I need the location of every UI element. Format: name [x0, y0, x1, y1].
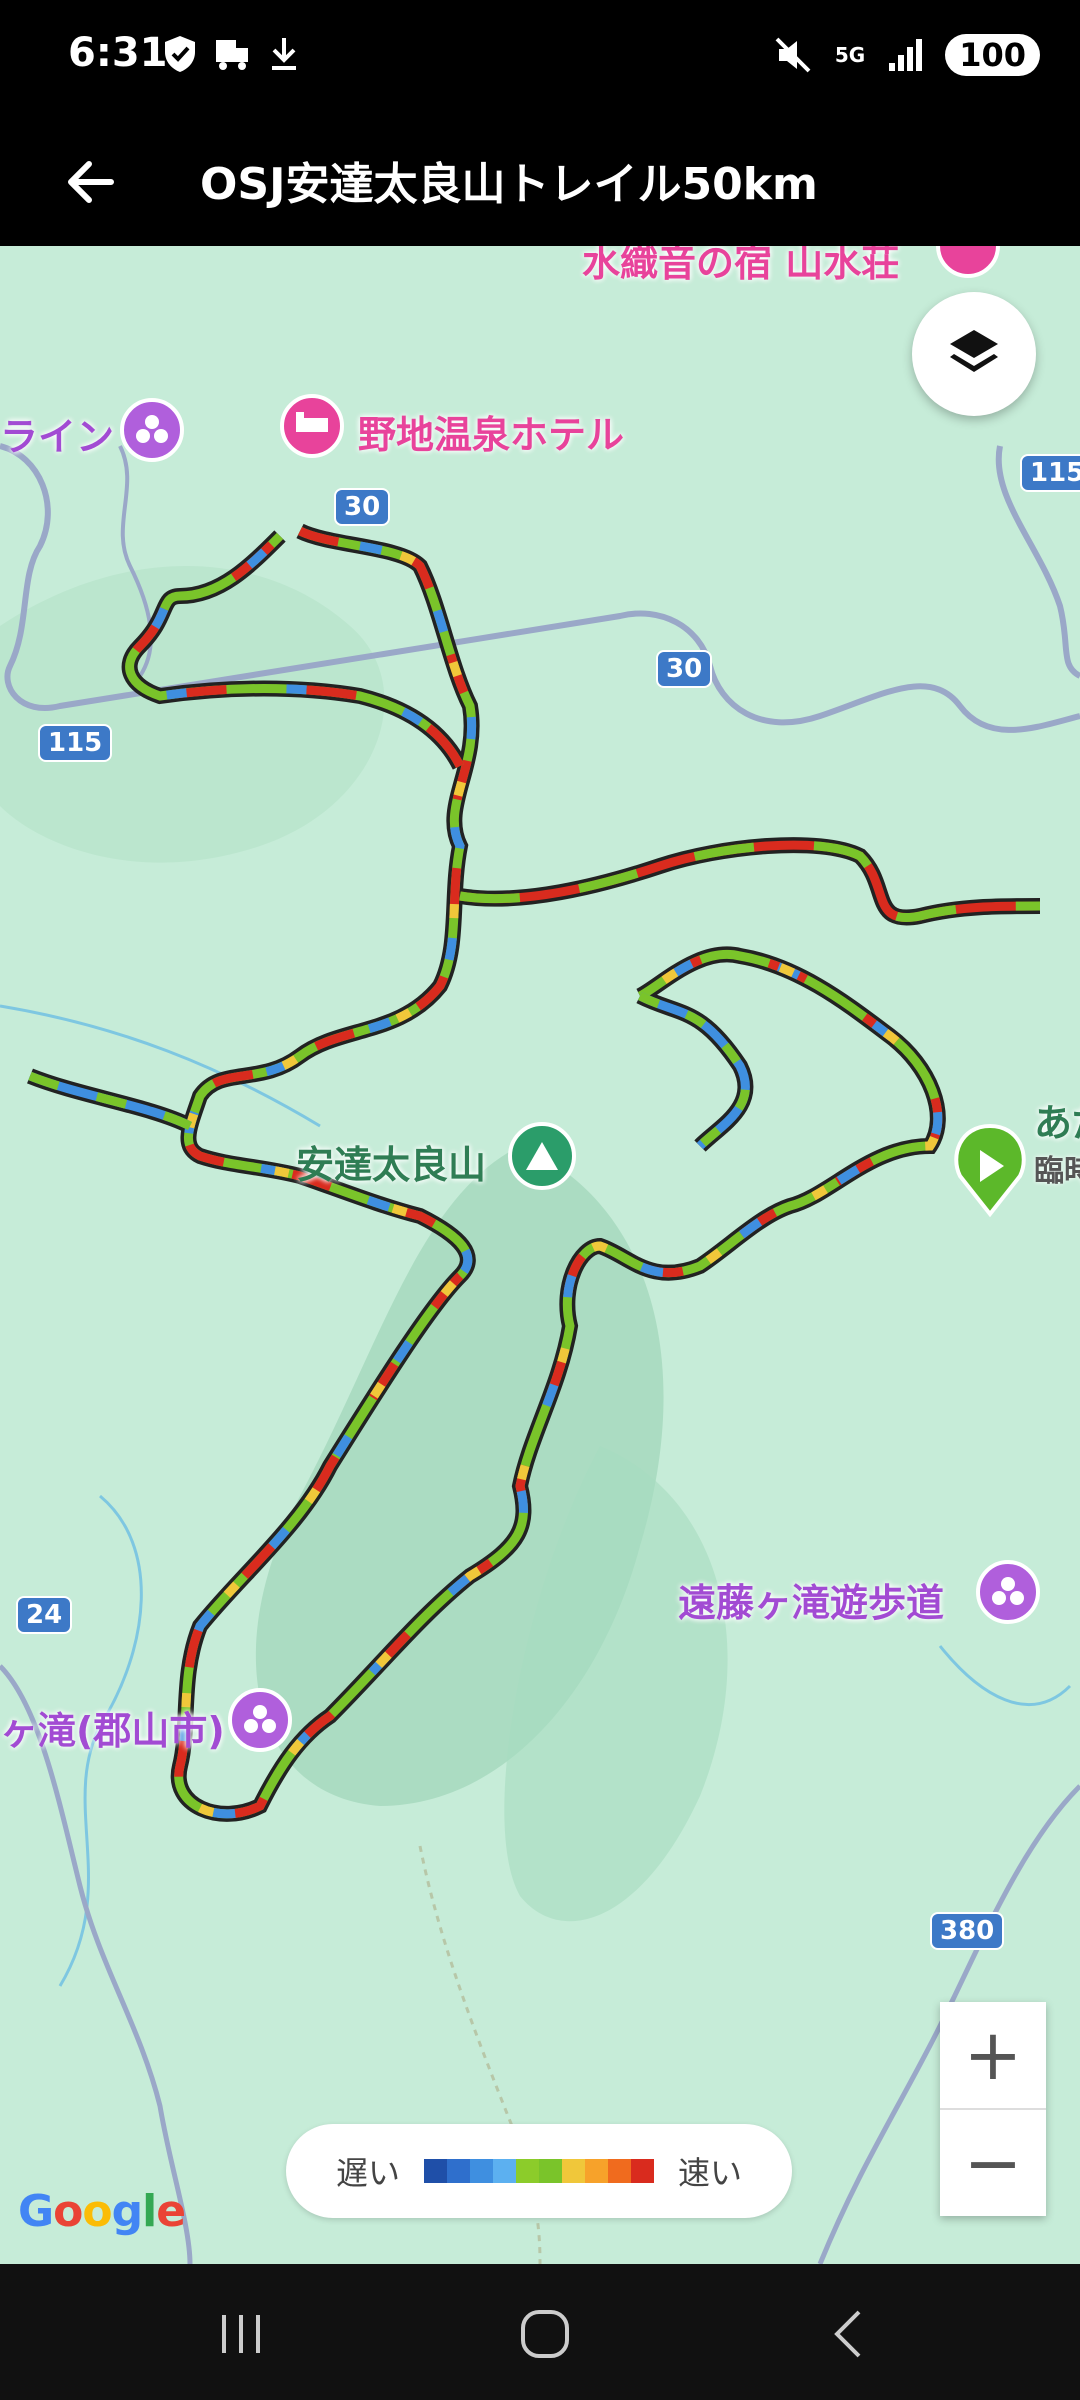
shield-icon: [165, 36, 195, 72]
poi-pin-mountain[interactable]: [508, 1122, 576, 1190]
signal-icon: [889, 39, 923, 71]
recents-button[interactable]: [186, 2294, 296, 2374]
route-shield-115: 115: [38, 724, 113, 762]
legend-fast-label: 速い: [678, 2154, 743, 2192]
route-shield-30-b: 30: [656, 650, 713, 688]
back-button[interactable]: [50, 142, 130, 222]
layers-icon: [950, 330, 998, 372]
legend-swatch: [447, 2159, 470, 2183]
poi-pin-endo-falls[interactable]: [976, 1560, 1040, 1624]
legend-color-bar: [424, 2159, 654, 2183]
chevron-left-icon: [834, 2310, 861, 2358]
poi-label-onsen-hotel[interactable]: 野地温泉ホテル: [358, 404, 624, 459]
poi-label-koriyama-falls[interactable]: ヶ滝(郡山市): [0, 1700, 225, 1755]
google-logo-letter: o: [53, 2186, 83, 2237]
google-logo-letter: l: [142, 2186, 157, 2237]
system-nav-bar: [0, 2264, 1080, 2400]
battery-indicator: 100: [945, 34, 1040, 76]
legend-swatch: [631, 2159, 654, 2183]
poi-pin-start[interactable]: [954, 1123, 1026, 1218]
google-logo-letter: e: [156, 2186, 186, 2237]
poi-pin-top[interactable]: [936, 246, 1000, 278]
legend-swatch: [608, 2159, 631, 2183]
mute-icon: [775, 37, 811, 73]
legend-swatch: [424, 2159, 447, 2183]
home-button[interactable]: [490, 2294, 600, 2374]
legend-swatch: [516, 2159, 539, 2183]
poi-pin-hotel[interactable]: [280, 394, 344, 458]
google-logo-letter: o: [82, 2186, 112, 2237]
legend-slow-label: 遅い: [335, 2154, 400, 2192]
legend-swatch: [585, 2159, 608, 2183]
map-view[interactable]: 水織音の宿 山水荘 ライン 野地温泉ホテル 安達太良山 あだ 臨時 遠藤ヶ滝遊歩…: [0, 246, 1080, 2264]
zoom-out-button[interactable]: −: [940, 2110, 1046, 2216]
clock: 6:31: [68, 30, 168, 76]
arrow-back-icon: [68, 161, 114, 203]
download-icon: [272, 38, 296, 70]
poi-label-left-top[interactable]: ライン: [0, 406, 114, 461]
recents-icon: [222, 2315, 260, 2353]
route-shield-24: 24: [16, 1596, 73, 1634]
layers-button[interactable]: [912, 292, 1036, 416]
legend-swatch: [493, 2159, 516, 2183]
app-bar: OSJ安達太良山トレイル50km: [0, 118, 1080, 246]
route-shield-380: 380: [930, 1912, 1005, 1950]
google-logo-letter: g: [111, 2186, 143, 2237]
speed-legend: 遅い 速い: [286, 2124, 792, 2218]
network-type: 5G: [834, 43, 866, 67]
google-logo-letter: G: [18, 2186, 54, 2237]
notification-icons: [162, 34, 302, 74]
poi-label-start[interactable]: あだ: [1034, 1092, 1080, 1147]
legend-swatch: [562, 2159, 585, 2183]
poi-label-top[interactable]: 水織音の宿 山水荘: [582, 246, 899, 287]
poi-pin-purple-left[interactable]: [120, 398, 184, 462]
route-shield-115-b: 115: [1020, 454, 1080, 492]
status-bar: 6:31 5G 100: [0, 0, 1080, 118]
poi-pin-koriyama-falls[interactable]: [228, 1688, 292, 1752]
home-icon: [521, 2310, 569, 2358]
zoom-control: + −: [940, 2002, 1046, 2216]
legend-swatch: [470, 2159, 493, 2183]
google-logo: Google: [18, 2186, 186, 2237]
poi-label-adatara[interactable]: 安達太良山: [296, 1134, 486, 1189]
delivery-truck-icon: [216, 40, 248, 70]
route-shield-30: 30: [334, 488, 391, 526]
poi-label-endo-falls[interactable]: 遠藤ヶ滝遊歩道: [678, 1572, 944, 1627]
page-title: OSJ安達太良山トレイル50km: [200, 159, 818, 210]
map-terrain: [0, 246, 1080, 2264]
legend-swatch: [539, 2159, 562, 2183]
nav-back-button[interactable]: [794, 2294, 904, 2374]
system-icons: 5G 100: [773, 34, 1040, 76]
poi-sublabel-start: 臨時: [1034, 1154, 1080, 1189]
zoom-in-button[interactable]: +: [940, 2002, 1046, 2108]
